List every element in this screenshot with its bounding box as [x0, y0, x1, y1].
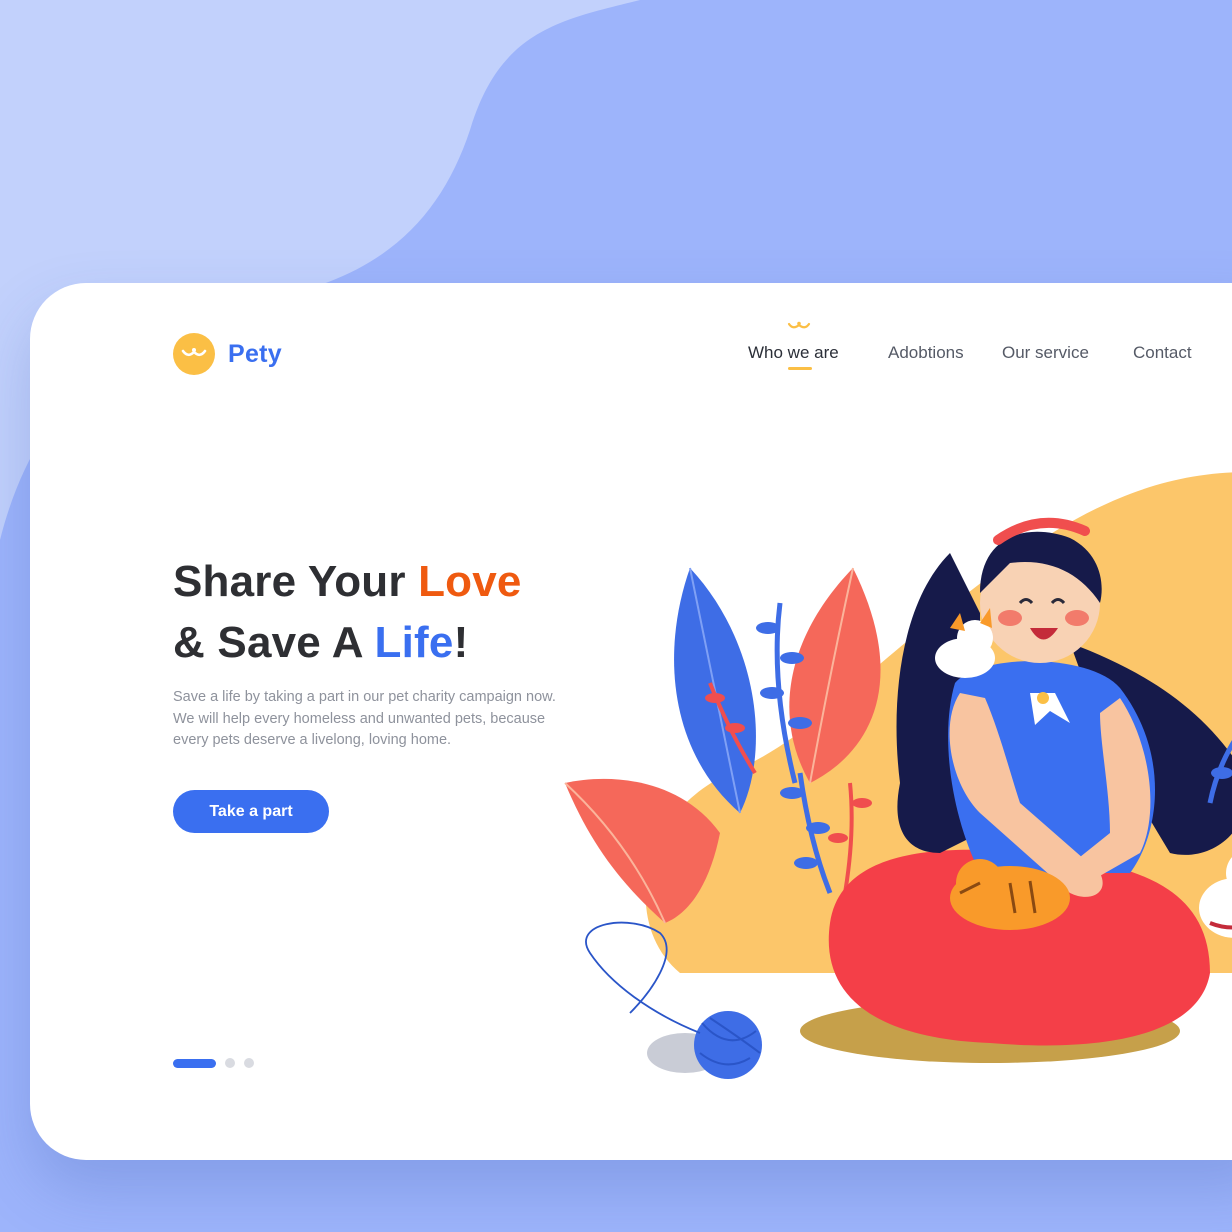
nav-active-indicator: [788, 367, 812, 370]
cat-whisker-icon: [787, 321, 811, 329]
nav-adobtions[interactable]: Adobtions: [888, 343, 964, 363]
headline-highlight-life: Life: [374, 618, 454, 667]
hero-headline: Share Your Love & Save A Life!: [173, 551, 522, 673]
nav-who-we-are[interactable]: Who we are: [748, 343, 839, 363]
landing-page-card: Pety Who we are Adobtions Our service Co…: [30, 283, 1232, 1160]
slider-dot[interactable]: [225, 1058, 235, 1068]
headline-text: & Save A: [173, 618, 375, 667]
nav-contact[interactable]: Contact: [1133, 343, 1192, 363]
headline-highlight-love: Love: [418, 557, 522, 606]
headline-text: Share Your: [173, 557, 419, 606]
hero-illustration: [564, 472, 1232, 1079]
headline-text: !: [453, 618, 469, 667]
take-a-part-button[interactable]: Take a part: [173, 790, 329, 833]
brand-name: Pety: [228, 339, 283, 368]
slider-dot[interactable]: [244, 1058, 254, 1068]
nav-our-service[interactable]: Our service: [1002, 343, 1089, 363]
brand-logo[interactable]: Pety: [173, 333, 282, 375]
slider-pagination: [173, 1058, 254, 1068]
slider-dot-active[interactable]: [173, 1058, 216, 1068]
cat-face-icon: [173, 333, 215, 375]
